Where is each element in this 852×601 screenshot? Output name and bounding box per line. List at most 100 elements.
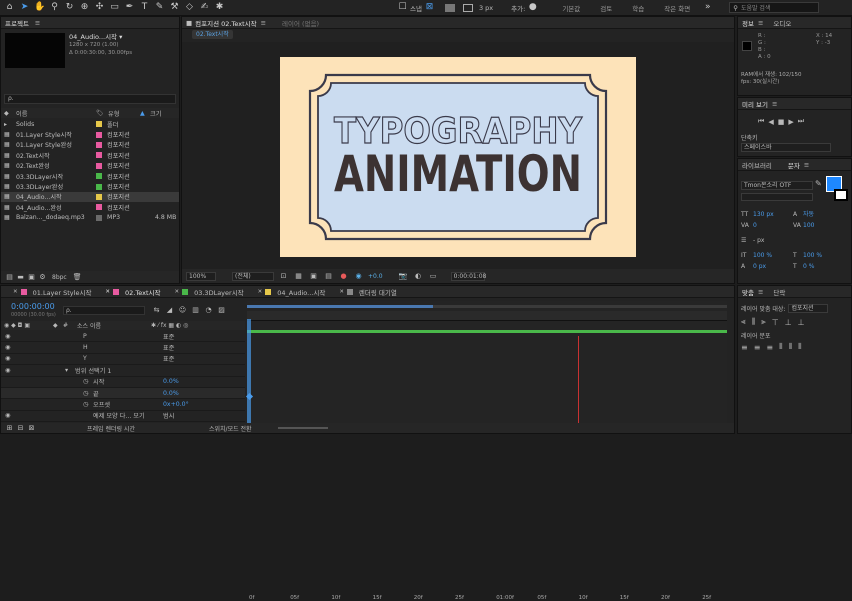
zoom-tool-icon[interactable]: ⚲ — [49, 2, 60, 13]
col-label-icon[interactable]: ◆ — [4, 110, 12, 117]
align-tab[interactable]: 맞춤 — [742, 287, 754, 297]
project-item[interactable]: ▦ 03.3DLayer완성 컴포지션 — [1, 181, 179, 191]
layer-tab[interactable]: 레이어 (없음) — [282, 18, 319, 28]
exposure-icon[interactable]: ◉ — [354, 272, 363, 281]
brush-tool-icon[interactable]: ✎ — [154, 2, 165, 13]
property-value[interactable]: 범시 — [163, 411, 213, 420]
panel-menu-icon[interactable]: ≡ — [758, 19, 763, 27]
item-label-color[interactable] — [96, 121, 102, 128]
next-frame-icon[interactable]: ▶ — [788, 118, 793, 126]
timeline-tab[interactable]: ✕ 04_Audio...시작 — [258, 287, 325, 297]
frame-blending-icon[interactable]: ▥ — [191, 306, 200, 315]
show-snapshot-icon[interactable]: ◐ — [414, 272, 423, 281]
project-item[interactable]: ▦ 04_Audio...완성 컴포지션 — [1, 202, 179, 212]
workspace-default[interactable]: 기본값 — [562, 3, 580, 13]
previous-frame-icon[interactable]: ◀ — [768, 118, 773, 126]
timeline-tab[interactable]: ✕ 02.Text시작 — [105, 287, 160, 297]
item-label-color[interactable] — [96, 193, 102, 200]
paragraph-tab[interactable]: 단락 — [773, 287, 785, 297]
layer-property-row[interactable]: ◷ 시작 0.0% — [1, 377, 245, 388]
property-value[interactable]: 0x+0.0° — [163, 401, 213, 408]
panel-menu-icon[interactable]: ≡ — [758, 288, 763, 296]
zoom-slider[interactable] — [277, 427, 328, 429]
info-tab[interactable]: 정보 — [742, 18, 754, 28]
project-item[interactable]: ▦ 03.3DLayer시작 컴포지션 — [1, 171, 179, 181]
item-label-color[interactable] — [96, 152, 102, 159]
timeline-tab[interactable]: ✕ 렌더링 대기열 — [339, 287, 397, 297]
guides-icon[interactable]: ▤ — [324, 272, 333, 281]
comp-viewer[interactable]: TYPOGRAPHY ANIMATION — [182, 42, 734, 270]
distribute-vcenter-icon[interactable]: ≡ — [754, 343, 761, 352]
region-of-interest-icon[interactable]: ⊡ — [279, 272, 288, 281]
trash-icon[interactable]: 🗑 — [73, 273, 82, 282]
pen-tool-icon[interactable]: ✒ — [124, 2, 135, 13]
stroke-swatch[interactable] — [462, 3, 473, 12]
baseline-value[interactable]: 0 px — [753, 261, 793, 272]
item-label-color[interactable] — [96, 141, 102, 148]
layer-property-row[interactable]: ◉ ▾ 범위 선택기 1 — [1, 365, 245, 377]
work-area-bar[interactable] — [247, 305, 433, 308]
camera-tool-icon[interactable]: ⊕ — [79, 2, 90, 13]
align-top-icon[interactable]: ⊤ — [772, 318, 779, 327]
distribute-top-icon[interactable]: ≡ — [741, 343, 748, 352]
libraries-tab[interactable]: 라이브러리 — [742, 160, 772, 170]
col-size[interactable]: 크기 — [150, 109, 161, 118]
tab-close-icon[interactable]: ✕ — [258, 289, 263, 295]
leading-value[interactable]: 자동 — [803, 209, 814, 220]
distribute-hcenter-icon[interactable]: ⦀ — [789, 342, 793, 352]
layer-property-row[interactable]: ◉ Y 표준 — [1, 354, 245, 366]
visibility-eye-icon[interactable]: ◉ — [1, 412, 11, 419]
project-item[interactable]: ▦ 01.Layer Style완성 컴포지션 — [1, 140, 179, 150]
distribute-bottom-icon[interactable]: ≡ — [766, 343, 773, 352]
fill-swatch[interactable] — [444, 3, 455, 12]
stroke-color-swatch[interactable] — [834, 189, 848, 201]
first-frame-icon[interactable]: ⏮ — [758, 117, 764, 126]
project-search-input[interactable]: ρ. — [4, 94, 176, 104]
kerning-value[interactable]: 0 — [753, 220, 793, 231]
character-tab[interactable]: 문자 — [788, 160, 800, 170]
draft-3d-icon[interactable]: ◢ — [165, 306, 174, 315]
col-type[interactable]: 유형 — [108, 109, 140, 118]
stopwatch-icon[interactable]: ◷ — [83, 390, 93, 397]
puppet-tool-icon[interactable]: ✱ — [214, 2, 225, 13]
project-item[interactable]: ▦ 02.Text완성 컴포지션 — [1, 161, 179, 171]
rectangle-tool-icon[interactable]: ▭ — [109, 2, 120, 13]
graph-editor-icon[interactable]: ▨ — [217, 306, 226, 315]
tab-close-icon[interactable]: ✕ — [339, 289, 344, 295]
add-circle-icon[interactable]: ● — [527, 2, 538, 13]
align-right-icon[interactable]: ⫸ — [761, 317, 766, 327]
col-sort-icon[interactable]: ▲ — [140, 110, 150, 117]
zoom-dropdown[interactable]: 100% — [186, 271, 216, 281]
panel-menu-icon[interactable]: ≡ — [35, 19, 40, 27]
visibility-eye-icon[interactable]: ◉ — [1, 355, 11, 362]
resolution-dropdown[interactable]: (전체) — [232, 271, 274, 281]
tab-close-icon[interactable]: ✕ — [105, 289, 110, 295]
panel-menu-icon[interactable]: ≡ — [804, 161, 809, 169]
help-search-box[interactable]: ⚲ 도움말 검색 — [729, 2, 820, 13]
property-value[interactable]: 표준 — [163, 332, 213, 341]
visibility-eye-icon[interactable]: ◉ — [1, 333, 11, 340]
workspace-review[interactable]: 검토 — [600, 3, 612, 13]
tracking-value[interactable]: 100 — [803, 220, 814, 231]
align-to-dropdown[interactable]: 컴포지션 — [788, 304, 829, 313]
toggle-in-out-icon[interactable]: ⊠ — [27, 424, 36, 433]
timeline-timecode[interactable]: 0:00:00:00 — [11, 302, 55, 311]
new-comp-icon[interactable]: ▣ — [27, 273, 36, 282]
property-value[interactable]: 0.0% — [163, 378, 213, 385]
layer-property-row[interactable]: ◷ 오프셋 0x+0.0° — [1, 399, 245, 411]
font-dropdown[interactable]: Tmon몬소리 OTF — [741, 181, 813, 190]
project-item[interactable]: ▦ Balzan..._dodaeq.mp3 MP3 4.8 MB — [1, 213, 179, 223]
stopwatch-icon[interactable]: ▾ — [65, 367, 75, 374]
align-left-icon[interactable]: ⫷ — [741, 317, 746, 327]
color-channel-icon[interactable]: ● — [339, 272, 348, 281]
hand-tool-icon[interactable]: ✋ — [34, 2, 45, 13]
distribute-right-icon[interactable]: ⦀ — [798, 342, 802, 352]
tab-close-icon[interactable]: ✕ — [13, 289, 18, 295]
audio-tab[interactable]: 오디오 — [773, 18, 791, 28]
toggle-switches-modes[interactable]: 스위치/모드 전환 — [209, 424, 252, 433]
item-label-color[interactable] — [96, 173, 102, 180]
layer-property-row[interactable]: ◉ P 표준 — [1, 331, 245, 343]
last-frame-icon[interactable]: ⏭ — [798, 117, 804, 126]
horizontal-scale-value[interactable]: 100 % — [803, 250, 822, 261]
layer-property-row[interactable]: ◉ 예제 모양 다... 모기 범시 — [1, 411, 245, 423]
